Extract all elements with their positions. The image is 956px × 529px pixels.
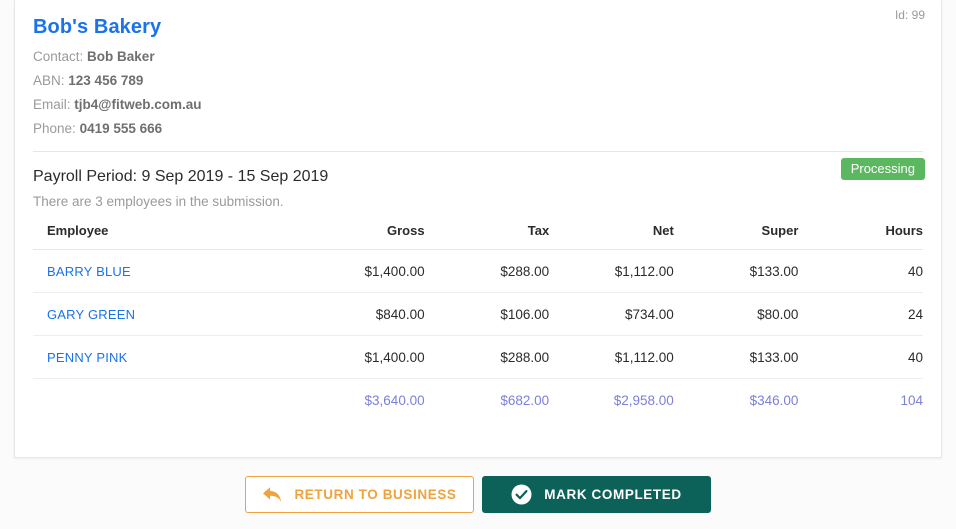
table-header-row: Employee Gross Tax Net Super Hours [33,222,923,250]
business-id: Id: 99 [894,8,925,22]
cell-hours: 24 [798,292,923,336]
cell-super: $133.00 [673,335,799,379]
column-header-net: Net [549,222,674,250]
cell-employee: PENNY PINK [33,335,300,379]
cell-tax: $288.00 [424,335,550,379]
payroll-period-title: Payroll Period: 9 Sep 2019 - 15 Sep 2019 [33,167,329,185]
email-value: tjb4@fitweb.com.au [74,96,202,112]
abn-label: ABN: [33,72,65,88]
cell-net: $1,112.00 [549,335,674,379]
business-email-line: Email: tjb4@fitweb.com.au [33,97,923,114]
totals-tax: $682.00 [500,392,550,408]
totals-hours: 104 [900,392,923,408]
action-bar: RETURN TO BUSINESS MARK COMPLETED [0,476,956,513]
cell-gross: $1,400.00 [300,249,425,293]
phone-label: Phone: [33,120,76,136]
totals-gross: $3,640.00 [364,392,425,408]
cell-super: $80.00 [673,292,799,336]
table-body: BARRY BLUE $1,400.00 $288.00 $1,112.00 $… [33,249,923,418]
return-to-business-label: RETURN TO BUSINESS [294,487,457,502]
cell-employee: GARY GREEN [33,292,300,336]
email-label: Email: [33,96,71,112]
mark-completed-label: MARK COMPLETED [544,487,682,502]
table-row: PENNY PINK $1,400.00 $288.00 $1,112.00 $… [33,335,923,379]
table-totals-row: $3,640.00 $682.00 $2,958.00 $346.00 104 [33,378,923,418]
payroll-period-section: Payroll Period: 9 Sep 2019 - 15 Sep 2019… [15,152,941,209]
cell-tax: $288.00 [424,249,550,293]
contact-value: Bob Baker [87,49,155,64]
submission-card: Id: 99 Bob's Bakery Contact: Bob Baker A… [14,0,942,458]
reply-arrow-icon [262,486,282,503]
check-circle-icon [511,484,532,505]
payroll-table: Employee Gross Tax Net Super Hours BARRY… [33,222,923,418]
payroll-employee-count: There are 3 employees in the submission. [33,193,284,209]
employee-link[interactable]: PENNY PINK [47,350,128,365]
return-to-business-button[interactable]: RETURN TO BUSINESS [245,476,474,513]
employee-link[interactable]: GARY GREEN [47,307,135,322]
cell-net: $1,112.00 [549,249,674,293]
column-header-super: Super [673,222,799,250]
table-head: Employee Gross Tax Net Super Hours [33,222,923,250]
totals-net: $2,958.00 [613,392,674,408]
cell-tax: $106.00 [424,292,550,336]
cell-net: $734.00 [549,292,674,336]
cell-gross: $840.00 [300,292,425,336]
cell-hours: 40 [798,335,923,379]
payroll-submission-page: Id: 99 Bob's Bakery Contact: Bob Baker A… [0,0,956,529]
column-header-employee: Employee [33,222,300,250]
status-badge: Processing [840,157,925,180]
cell-employee: BARRY BLUE [33,249,300,293]
cell-hours: 40 [798,249,923,293]
column-header-tax: Tax [424,222,550,250]
business-contact-line: Contact: Bob Baker [33,49,923,66]
mark-completed-button[interactable]: MARK COMPLETED [482,476,711,513]
abn-value: 123 456 789 [68,72,144,88]
column-header-hours: Hours [798,222,923,250]
contact-label: Contact: [33,49,84,64]
table-row: GARY GREEN $840.00 $106.00 $734.00 $80.0… [33,292,923,336]
business-header: Id: 99 Bob's Bakery Contact: Bob Baker A… [15,0,941,152]
business-phone-line: Phone: 0419 555 666 [33,121,923,138]
totals-label [33,378,300,418]
phone-value: 0419 555 666 [79,120,163,136]
employee-link[interactable]: BARRY BLUE [47,264,131,279]
column-header-gross: Gross [300,222,425,250]
business-name[interactable]: Bob's Bakery [33,16,923,39]
cell-gross: $1,400.00 [300,335,425,379]
business-abn-line: ABN: 123 456 789 [33,73,923,90]
table-row: BARRY BLUE $1,400.00 $288.00 $1,112.00 $… [33,249,923,293]
payroll-table-wrapper: Employee Gross Tax Net Super Hours BARRY… [15,209,941,418]
totals-super: $346.00 [749,392,799,408]
cell-super: $133.00 [673,249,799,293]
